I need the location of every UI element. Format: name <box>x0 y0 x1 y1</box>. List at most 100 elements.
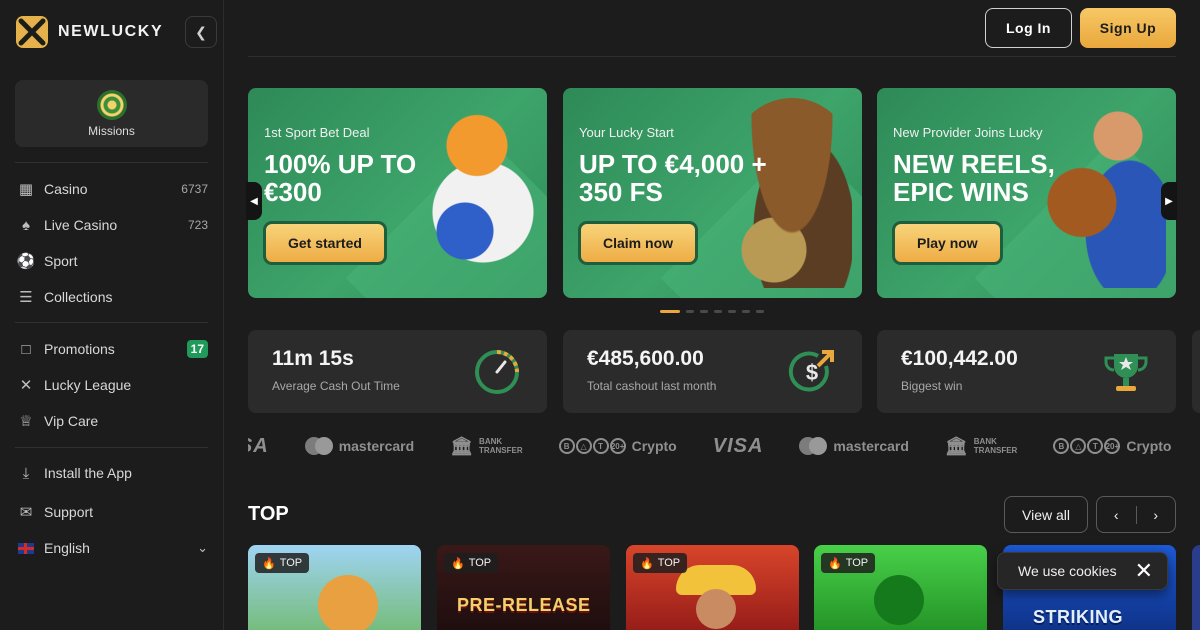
sidebar-item-vip-care[interactable]: ♕ Vip Care <box>16 406 208 436</box>
carousel-dots <box>660 310 764 313</box>
carousel-dot[interactable] <box>756 310 764 313</box>
sidebar-item-lucky-league[interactable]: ✕ Lucky League <box>16 370 208 400</box>
crypto-logo: B △ T 20+ Crypto <box>1053 438 1171 454</box>
sidebar-divider <box>15 162 208 163</box>
mariachi-face-illustration <box>696 589 736 629</box>
next-page-button[interactable]: › <box>1137 507 1176 523</box>
sidebar-item-collections[interactable]: ☰ Collections <box>16 282 208 312</box>
sidebar-item-label: Sport <box>44 253 78 269</box>
flame-icon: 🔥 <box>262 557 276 570</box>
language-selector[interactable]: English ⌄ <box>16 533 208 563</box>
carousel-dot[interactable] <box>700 310 708 313</box>
game-card[interactable]: 🔥 TOP <box>814 545 987 630</box>
carousel-dot[interactable] <box>728 310 736 313</box>
game-title: STRIKING <box>1033 607 1124 627</box>
trophy-icon <box>1104 354 1148 391</box>
game-card[interactable]: 🔥 TOP <box>248 545 421 630</box>
top-tag: 🔥 TOP <box>633 553 688 573</box>
mastercard-logo: mastercard <box>799 437 909 455</box>
live-casino-icon: ♠ <box>22 216 30 234</box>
sidebar-item-sport[interactable]: ⚽ Sport <box>16 246 208 276</box>
crypto-logo: B △ T 20+ Crypto <box>558 438 677 454</box>
sidebar-item-label: Install the App <box>44 465 132 481</box>
carousel-dot[interactable] <box>742 310 750 313</box>
carousel-prev-button[interactable]: ◀ <box>246 182 262 220</box>
bank-transfer-logo: 🏛 BANK TRANSFER <box>450 435 523 456</box>
play-now-button[interactable]: Play now <box>892 221 1003 265</box>
stat-label: Total cashout last month <box>587 379 717 393</box>
brand[interactable]: NEWLUCKY <box>16 16 163 48</box>
sidebar-item-label: Collections <box>44 289 113 305</box>
sidebar-item-promotions[interactable]: □ Promotions 17 <box>16 334 208 364</box>
view-all-button[interactable]: View all <box>1004 496 1088 533</box>
promo-banner-welcome[interactable]: Your Lucky Start UP TO €4,000 + 350 FS C… <box>563 88 862 298</box>
login-button[interactable]: Log In <box>985 8 1072 48</box>
clover-illustration <box>874 575 924 625</box>
svg-text:$: $ <box>806 360 818 385</box>
missions-card[interactable]: Missions <box>15 80 208 147</box>
stat-card-biggest-win: €100,442.00 Biggest win <box>877 330 1176 413</box>
stat-card-total-cashout: €485,600.00 Total cashout last month $ <box>563 330 862 413</box>
banner-title: NEW REELS, EPIC WINS <box>893 149 1055 207</box>
casino-icon: ▦ <box>18 181 34 198</box>
carousel-dot[interactable] <box>660 310 680 313</box>
support-icon: ✉ <box>19 504 33 521</box>
stat-label: Biggest win <box>901 379 963 393</box>
flame-icon: 🔥 <box>451 557 465 570</box>
sidebar-item-count: 6737 <box>181 182 208 196</box>
game-card-partial[interactable] <box>1192 545 1200 630</box>
vip-care-icon: ♕ <box>19 413 33 430</box>
stat-value: €100,442.00 <box>901 347 1018 370</box>
sport-icon: ⚽ <box>16 253 36 270</box>
stat-label: Average Cash Out Time <box>272 379 400 393</box>
uk-flag-icon <box>16 538 36 558</box>
game-title: PRE-RELEASE <box>457 595 591 615</box>
dollar-arrow-icon: $ <box>788 350 834 392</box>
caret-left-icon: ◀ <box>250 195 258 207</box>
collapse-sidebar-button[interactable]: ❮ <box>185 16 217 48</box>
banner-title: UP TO €4,000 + 350 FS <box>579 149 767 207</box>
banner-subtitle: 1st Sport Bet Deal <box>264 125 370 140</box>
stat-card-cashout-time: 11m 15s Average Cash Out Time <box>248 330 547 413</box>
sidebar-item-support[interactable]: ✉ Support <box>16 497 208 527</box>
language-label: English <box>44 540 90 556</box>
sidebar-item-label: Lucky League <box>44 377 132 393</box>
close-icon[interactable]: ✕ <box>1135 560 1153 582</box>
banner-subtitle: New Provider Joins Lucky <box>893 125 1043 140</box>
stat-value: €485,600.00 <box>587 347 704 370</box>
banner-title: 100% UP TO €300 <box>264 149 417 207</box>
banner-subtitle: Your Lucky Start <box>579 125 674 140</box>
carousel-next-button[interactable]: ▶ <box>1161 182 1177 220</box>
carousel-dot[interactable] <box>714 310 722 313</box>
brand-name: NEWLUCKY <box>58 23 164 40</box>
sidebar-item-label: Promotions <box>44 341 115 357</box>
signup-button[interactable]: Sign Up <box>1080 8 1176 48</box>
top-tag: 🔥 TOP <box>255 553 310 573</box>
game-card[interactable]: 🔥 TOP <box>626 545 799 630</box>
promotions-count-badge: 17 <box>186 340 208 358</box>
carousel-dot[interactable] <box>686 310 694 313</box>
promo-banner-sport[interactable]: 1st Sport Bet Deal 100% UP TO €300 Get s… <box>248 88 547 298</box>
section-title-top: TOP <box>248 503 289 525</box>
sidebar-item-install-app[interactable]: ⤓ Install the App <box>16 458 208 488</box>
newlucky-logo-icon <box>16 16 48 48</box>
tiger-boxer-illustration <box>417 98 537 288</box>
visa-logo: VISA <box>712 434 764 457</box>
payment-methods-strip: VISA mastercard 🏛BANKTRANSFER B△T20+Cryp… <box>248 432 1176 460</box>
promo-banner-provider[interactable]: New Provider Joins Lucky NEW REELS, EPIC… <box>877 88 1176 298</box>
get-started-button[interactable]: Get started <box>263 221 387 265</box>
cookie-notice: We use cookies ✕ <box>997 552 1168 590</box>
sidebar-item-casino[interactable]: ▦ Casino 6737 <box>16 174 208 204</box>
chevron-down-icon: ⌄ <box>197 540 208 555</box>
sidebar-divider <box>15 322 208 323</box>
flame-icon: 🔥 <box>640 557 654 570</box>
sidebar-divider <box>15 447 208 448</box>
tiger-character-illustration <box>318 575 378 630</box>
prev-page-button[interactable]: ‹ <box>1097 507 1136 523</box>
game-card[interactable]: 🔥 TOP PRE-RELEASE <box>437 545 610 630</box>
sidebar-item-label: Vip Care <box>44 413 99 429</box>
claim-now-button[interactable]: Claim now <box>578 221 699 265</box>
caret-right-icon: ▶ <box>1165 195 1173 207</box>
sidebar-item-live-casino[interactable]: ♠ Live Casino 723 <box>16 210 208 240</box>
stat-card-partial <box>1192 330 1200 413</box>
